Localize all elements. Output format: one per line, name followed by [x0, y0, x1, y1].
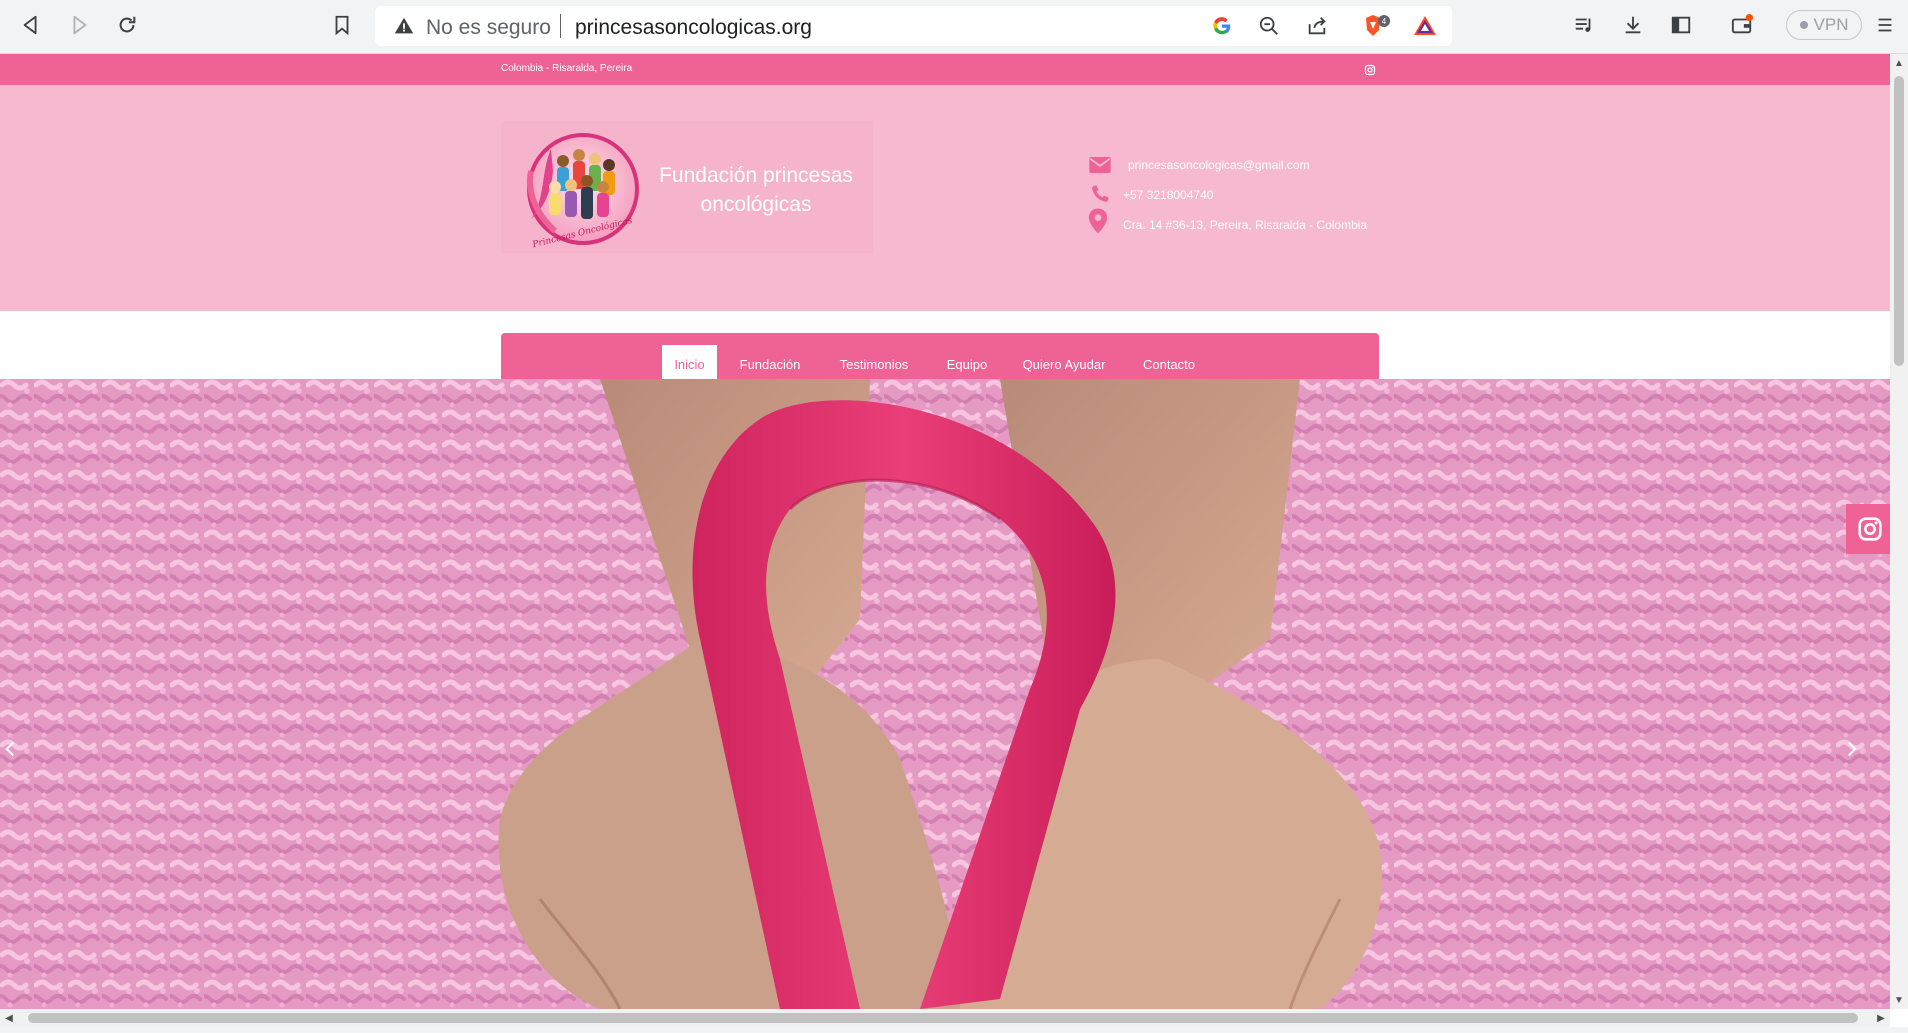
location-text: Colombia - Risaralda, Pereira: [501, 63, 633, 74]
back-arrow-icon[interactable]: [18, 12, 44, 38]
envelope-icon: [1088, 154, 1112, 176]
phone-icon: [1088, 183, 1112, 205]
logo-image: Princesas Oncológicas: [527, 133, 639, 249]
zoom-out-icon[interactable]: [1257, 14, 1281, 38]
forward-arrow-icon[interactable]: [66, 12, 92, 38]
slider-prev-arrow[interactable]: [0, 734, 20, 764]
warning-icon[interactable]: [393, 15, 415, 37]
hero-image: [0, 379, 1890, 1009]
vpn-button[interactable]: VPN: [1786, 10, 1862, 40]
contact-email[interactable]: princesasoncologicas@gmail.com: [1128, 158, 1310, 172]
map-pin-icon: [1086, 207, 1110, 235]
nav-item-equipo[interactable]: Equipo: [931, 345, 1003, 383]
site-header: Princesas Oncológicas Fundación princesa…: [0, 85, 1890, 311]
horizontal-scrollbar[interactable]: ◀ ▶: [0, 1009, 1890, 1027]
nav-item-inicio[interactable]: Inicio: [662, 345, 717, 383]
address-bar[interactable]: No es seguro princesasoncologicas.org 4: [375, 6, 1452, 46]
instagram-icon[interactable]: [1364, 63, 1376, 76]
brave-shield-icon[interactable]: 4: [1361, 14, 1395, 38]
wallet-icon[interactable]: [1729, 12, 1755, 38]
web-page: Colombia - Risaralda, Pereira Princesas …: [0, 54, 1890, 1009]
nav-item-fundacion[interactable]: Fundación: [723, 345, 817, 383]
scroll-right-icon[interactable]: ▶: [1872, 1009, 1890, 1027]
sidebar-icon[interactable]: [1668, 12, 1694, 38]
scroll-down-icon[interactable]: ▼: [1890, 991, 1908, 1009]
menu-icon[interactable]: [1872, 12, 1898, 38]
brave-badge-count: 4: [1382, 17, 1387, 26]
instagram-icon: [1858, 517, 1882, 541]
omnibox-divider: [560, 14, 561, 38]
reload-icon[interactable]: [114, 12, 140, 38]
share-icon[interactable]: [1305, 14, 1329, 38]
nav-item-quiero-ayudar[interactable]: Quiero Ayudar: [1001, 345, 1127, 383]
vpn-label: VPN: [1813, 15, 1849, 34]
vertical-scrollbar[interactable]: ▲ ▼: [1890, 54, 1908, 1009]
scroll-up-icon[interactable]: ▲: [1890, 54, 1908, 72]
browser-toolbar: No es seguro princesasoncologicas.org 4: [0, 0, 1908, 54]
hero-slider[interactable]: [0, 379, 1890, 1009]
window-bottom-edge: [0, 1027, 1908, 1033]
bookmark-icon[interactable]: [329, 12, 355, 38]
slider-next-arrow[interactable]: [1842, 734, 1862, 764]
floating-instagram-button[interactable]: [1846, 504, 1890, 554]
contact-phone[interactable]: +57 3218004740: [1123, 188, 1213, 202]
horizontal-scroll-thumb[interactable]: [28, 1013, 1858, 1023]
vpn-status-dot: [1799, 21, 1808, 29]
contact-address[interactable]: Cra. 14 #36-13, Pereira, Risaralda - Col…: [1123, 218, 1367, 232]
url-text[interactable]: princesasoncologicas.org: [575, 16, 812, 40]
download-icon[interactable]: [1620, 12, 1646, 38]
site-logo[interactable]: Princesas Oncológicas Fundación princesa…: [501, 121, 873, 253]
top-info-bar: Colombia - Risaralda, Pereira: [0, 54, 1890, 85]
google-icon[interactable]: [1210, 14, 1234, 38]
site-title[interactable]: Fundación princesas oncológicas: [641, 161, 871, 219]
vertical-scroll-thumb[interactable]: [1894, 76, 1904, 366]
scroll-left-icon[interactable]: ◀: [0, 1009, 18, 1027]
nav-item-testimonios[interactable]: Testimonios: [819, 345, 929, 383]
playlist-icon[interactable]: [1571, 12, 1597, 38]
brave-rewards-icon[interactable]: [1411, 14, 1439, 38]
nav-item-contacto[interactable]: Contacto: [1124, 345, 1214, 383]
security-label[interactable]: No es seguro: [426, 16, 551, 40]
